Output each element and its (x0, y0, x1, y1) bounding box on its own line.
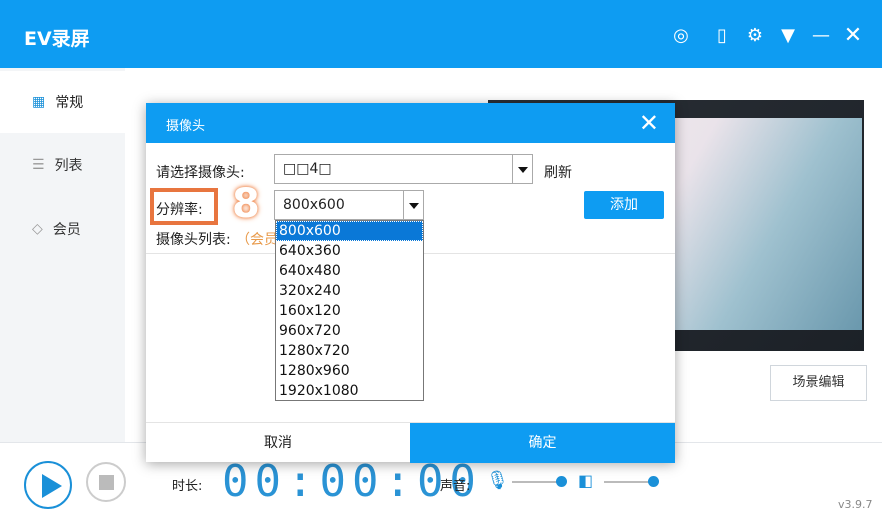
mic-volume-slider[interactable] (512, 481, 562, 483)
step-marker: 8 (232, 181, 260, 227)
resolution-option[interactable]: 960x720 (276, 321, 423, 341)
tablet-icon[interactable]: ▯ (712, 26, 732, 46)
list-icon: ☰ (32, 157, 45, 173)
resolution-label: 分辨率: (156, 202, 203, 218)
stop-button[interactable] (86, 462, 126, 502)
resolution-dropdown-list: 800x600 640x360 640x480 320x240 160x120 960x7… (275, 220, 424, 401)
resolution-option[interactable]: 800x600 (276, 221, 423, 241)
close-icon[interactable]: ✕ (843, 25, 863, 47)
sidebar-item-list[interactable]: ☰ 列表 (0, 134, 125, 196)
sidebar-item-label: 常规 (55, 95, 84, 111)
grid-icon: ▦ (32, 94, 46, 110)
user-icon[interactable]: ◎ (671, 26, 691, 46)
dialog-title: 摄像头 (166, 119, 206, 134)
refresh-link[interactable]: 刷新 (544, 162, 572, 182)
camera-value: □□4□ (283, 161, 332, 177)
resolution-option[interactable]: 160x120 (276, 301, 423, 321)
play-button[interactable] (24, 461, 72, 509)
resolution-option[interactable]: 320x240 (276, 281, 423, 301)
resolution-option[interactable]: 1280x720 (276, 341, 423, 361)
resolution-option[interactable]: 640x480 (276, 261, 423, 281)
sidebar-item-label: 会员 (52, 222, 81, 238)
sound-label: 声音: (440, 479, 471, 494)
mic-volume-knob[interactable] (556, 476, 567, 487)
diamond-icon: ◇ (32, 221, 43, 237)
dialog-footer: 取消 确定 (146, 422, 675, 463)
gear-icon[interactable]: ⚙ (745, 26, 765, 46)
microphone-icon[interactable]: 🎙 (486, 470, 509, 491)
camera-list-label: 摄像头列表: (156, 232, 231, 248)
sidebar-item-label: 列表 (54, 158, 83, 174)
resolution-option[interactable]: 640x360 (276, 241, 423, 261)
menu-down-icon[interactable]: ▼ (778, 26, 798, 46)
duration-label: 时长: (172, 479, 203, 494)
close-icon[interactable]: ✕ (639, 109, 659, 137)
resolution-select[interactable]: 800x600 (274, 190, 424, 220)
confirm-button[interactable]: 确定 (410, 423, 675, 463)
dialog-header: 摄像头 ✕ (146, 103, 675, 143)
minimize-icon[interactable]: — (811, 26, 831, 46)
chevron-down-icon[interactable] (512, 155, 532, 183)
version-label: v3.9.7 (838, 498, 873, 511)
camera-select[interactable]: □□4□ (274, 154, 533, 184)
app-title: EV录屏 (24, 28, 90, 50)
member-note: （会员 (236, 232, 278, 248)
sidebar: ▦ 常规 ☰ 列表 ◇ 会员 (0, 68, 125, 442)
sidebar-item-general[interactable]: ▦ 常规 (0, 71, 125, 133)
resolution-option[interactable]: 1920x1080 (276, 381, 423, 401)
add-button[interactable]: 添加 (584, 191, 664, 219)
chevron-down-icon[interactable] (403, 191, 423, 219)
sidebar-item-member[interactable]: ◇ 会员 (0, 198, 125, 260)
camera-label: 请选择摄像头: (156, 165, 245, 181)
cancel-button[interactable]: 取消 (146, 423, 410, 463)
resolution-option[interactable]: 1280x960 (276, 361, 423, 381)
resolution-value: 800x600 (283, 197, 345, 213)
speaker-icon[interactable]: ◧ (578, 471, 593, 490)
speaker-volume-slider[interactable] (604, 481, 654, 483)
speaker-volume-knob[interactable] (648, 476, 659, 487)
scene-edit-button[interactable]: 场景编辑 (770, 365, 867, 401)
title-bar: EV录屏 ◎ ▯ ⚙ ▼ — ✕ (0, 0, 882, 68)
